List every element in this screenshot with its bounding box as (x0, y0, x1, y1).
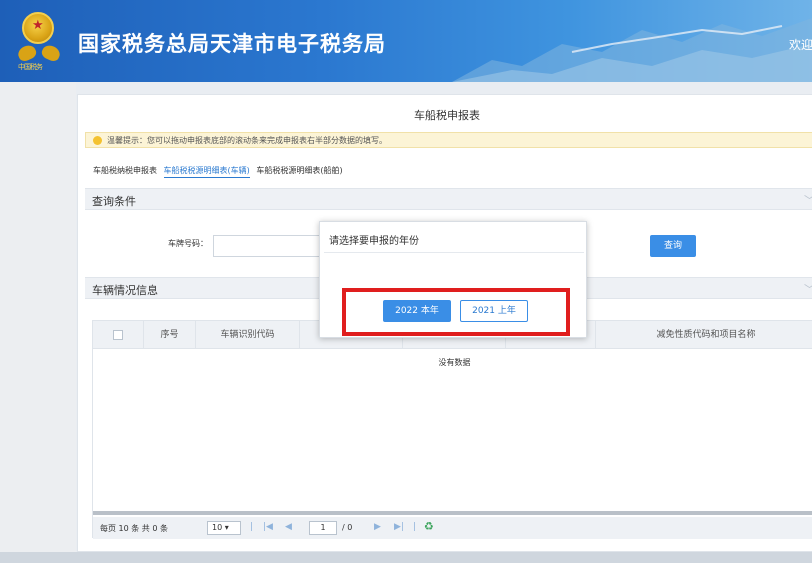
refresh-icon[interactable]: ♻ (424, 520, 434, 533)
query-button[interactable]: 查询 (650, 235, 696, 257)
emblem-label: 中国税务 (18, 63, 43, 71)
emblem-icon (22, 12, 54, 44)
plate-number-input[interactable] (213, 235, 323, 257)
great-wall-banner (452, 18, 812, 82)
col-vin: 车辆识别代码 (196, 321, 300, 349)
tab-vehicle-detail[interactable]: 车船税税源明细表(车辆) (163, 166, 250, 178)
page-scrollbar[interactable] (0, 552, 812, 563)
tab-tax-return[interactable]: 车船税纳税申报表 (93, 166, 157, 175)
tab-vessel-detail[interactable]: 车船税税源明细表(船舶) (256, 166, 342, 175)
highlight-box (342, 288, 570, 336)
current-year-button[interactable]: 2022 本年 (383, 300, 451, 322)
current-page-input[interactable]: 1 (309, 521, 337, 535)
year-select-dialog: 请选择要申报的年份 2022 本年 2021 上年 (319, 221, 587, 338)
last-year-button[interactable]: 2021 上年 (460, 300, 528, 322)
col-exemption: 减免性质代码和项目名称 (656, 330, 756, 340)
horizontal-scrollbar[interactable] (93, 511, 812, 515)
query-section-header[interactable]: 查询条件 ﹀ (85, 188, 812, 210)
next-page-icon[interactable]: ▶ (374, 522, 381, 532)
site-header: 中国税务 国家税务总局天津市电子税务局 欢迎， (0, 0, 812, 82)
no-data-text: 没有数据 (438, 358, 471, 367)
subtabs: 车船税纳税申报表 车船税税源明细表(车辆) 车船税税源明细表(船舶) (93, 165, 347, 178)
total-pages: / 0 (342, 523, 353, 532)
vehicle-section-title: 车辆情况信息 (92, 284, 158, 297)
pager-info: 每页 10 条 共 0 条 (100, 524, 168, 533)
vehicle-table: 序号 车辆识别代码 减免性质代码和项目名称 没有数据 每页 10 条 共 0 条… (92, 320, 812, 539)
last-page-icon[interactable]: ▶| (394, 522, 404, 532)
separator: | (250, 522, 254, 532)
divider (324, 252, 584, 253)
chevron-down-icon[interactable]: ﹀ (804, 281, 812, 297)
query-section-title: 查询条件 (92, 195, 136, 208)
first-page-icon[interactable]: |◀ (263, 522, 273, 532)
select-all-checkbox-cell[interactable] (93, 321, 144, 349)
col-index: 序号 (144, 321, 196, 349)
page-title: 车船税申报表 (414, 109, 480, 122)
page-size-select[interactable]: 10 ▾ (207, 521, 241, 535)
site-title: 国家税务总局天津市电子税务局 (78, 32, 386, 56)
notice-text: 温馨提示：您可以拖动申报表底部的滚动条来完成申报表右半部分数据的填写。 (107, 136, 387, 145)
separator: | (413, 522, 417, 532)
dialog-title: 请选择要申报的年份 (329, 236, 419, 247)
prev-page-icon[interactable]: ◀ (285, 522, 292, 532)
chevron-down-icon[interactable]: ﹀ (804, 192, 812, 208)
checkbox[interactable] (113, 329, 123, 340)
notice-bar: 温馨提示：您可以拖动申报表底部的滚动条来完成申报表右半部分数据的填写。 (85, 132, 812, 148)
pagination: 每页 10 条 共 0 条 10 ▾ | |◀ ◀ 1 / 0 ▶ ▶| | ♻ (93, 517, 812, 539)
welcome-text: 欢迎， (789, 38, 812, 52)
plate-number-label: 车牌号码： (168, 239, 208, 248)
info-icon (93, 136, 102, 145)
tax-emblem-logo: 中国税务 (14, 10, 64, 71)
left-margin (0, 82, 76, 563)
